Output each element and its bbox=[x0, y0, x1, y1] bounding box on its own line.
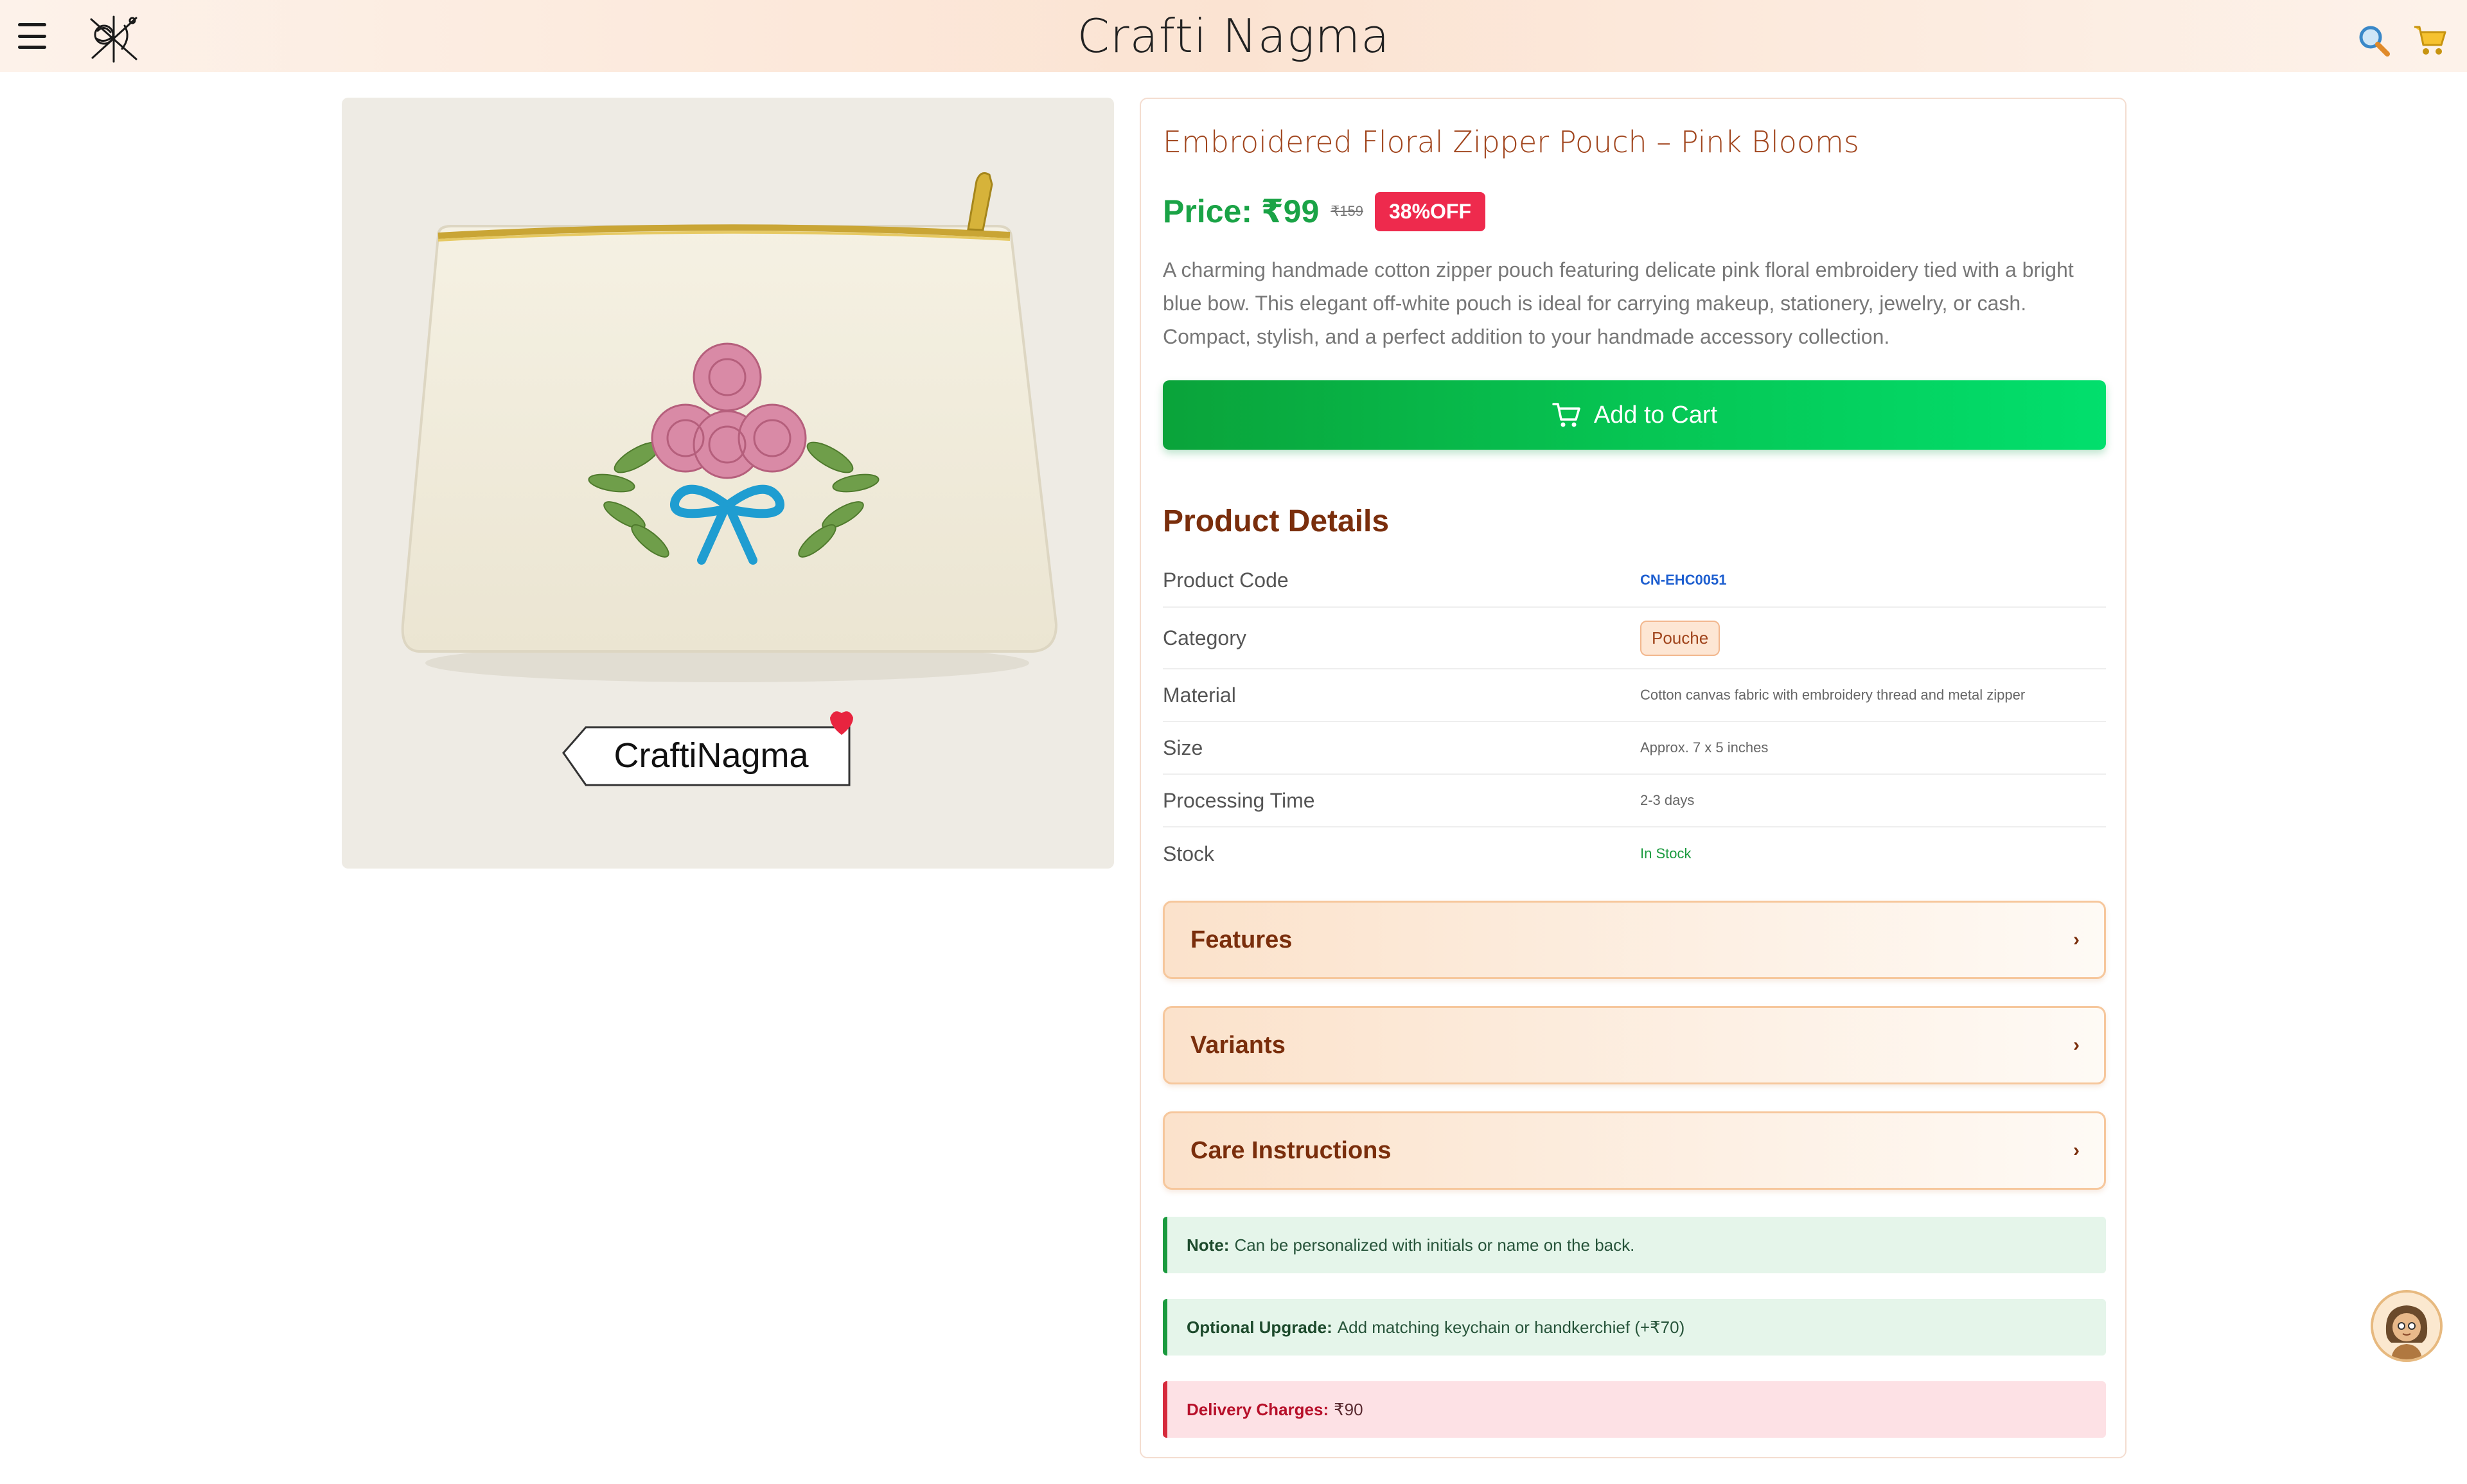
detail-label: Size bbox=[1163, 736, 1203, 759]
detail-row: Product Code CN-EHC0051 bbox=[1163, 554, 2106, 608]
accordion-label: Features bbox=[1190, 926, 1293, 953]
svg-text:CraftiNagma: CraftiNagma bbox=[614, 736, 809, 775]
note-text: Add matching keychain or handkerchief (+… bbox=[1337, 1317, 1685, 1337]
category-badge[interactable]: Pouche bbox=[1640, 620, 1720, 656]
note-label: Note: bbox=[1187, 1235, 1230, 1255]
site-header: Crafti Nagma bbox=[0, 0, 2467, 72]
detail-value: CN-EHC0051 bbox=[1640, 572, 1727, 588]
detail-value: 2-3 days bbox=[1640, 792, 1695, 808]
variants-accordion[interactable]: Variants › bbox=[1163, 1006, 2106, 1084]
detail-label: Product Code bbox=[1163, 568, 1289, 592]
details-heading: Product Details bbox=[1163, 504, 1390, 538]
detail-row: Material Cotton canvas fabric with embro… bbox=[1163, 669, 2106, 722]
chevron-right-icon: › bbox=[2073, 929, 2080, 950]
optional-upgrade-note: Optional Upgrade: Add matching keychain … bbox=[1163, 1299, 2106, 1356]
search-icon[interactable] bbox=[2356, 23, 2391, 58]
avatar-icon bbox=[2373, 1293, 2440, 1359]
price-row: Price: ₹99 ₹159 38%OFF bbox=[1163, 189, 2106, 234]
accordion-label: Care Instructions bbox=[1190, 1136, 1392, 1164]
product-info-panel: Embroidered Floral Zipper Pouch – Pink B… bbox=[1140, 98, 2127, 1458]
brand-tag: CraftiNagma bbox=[562, 711, 853, 786]
note-text: ₹90 bbox=[1334, 1399, 1363, 1419]
detail-row: Stock In Stock bbox=[1163, 827, 2106, 880]
accordion-label: Variants bbox=[1190, 1031, 1286, 1059]
original-price: ₹159 bbox=[1331, 203, 1363, 219]
site-title: Crafti Nagma bbox=[1077, 9, 1390, 63]
detail-row: Size Approx. 7 x 5 inches bbox=[1163, 722, 2106, 775]
note-label: Delivery Charges: bbox=[1187, 1399, 1329, 1419]
add-to-cart-label: Add to Cart bbox=[1593, 401, 1718, 428]
detail-value: Cotton canvas fabric with embroidery thr… bbox=[1640, 687, 2026, 703]
detail-label: Material bbox=[1163, 683, 1236, 707]
product-description: A charming handmade cotton zipper pouch … bbox=[1163, 258, 2074, 348]
detail-row: Processing Time 2-3 days bbox=[1163, 775, 2106, 827]
detail-label: Processing Time bbox=[1163, 788, 1315, 812]
price: Price: ₹99 bbox=[1163, 193, 1320, 229]
cart-icon bbox=[1552, 403, 1580, 427]
discount-badge: 38%OFF bbox=[1374, 191, 1485, 231]
care-instructions-accordion[interactable]: Care Instructions › bbox=[1163, 1111, 2106, 1190]
assistant-avatar[interactable] bbox=[2371, 1290, 2443, 1362]
note-text: Can be personalized with initials or nam… bbox=[1234, 1235, 1635, 1255]
details-table: Product Code CN-EHC0051 Category Pouche … bbox=[1163, 554, 2106, 880]
personalization-note: Note: Can be personalized with initials … bbox=[1163, 1217, 2106, 1273]
detail-label: Stock bbox=[1163, 842, 1215, 865]
product-image: CraftiNagma bbox=[342, 98, 1114, 869]
detail-label: Category bbox=[1163, 626, 1246, 649]
hamburger-menu-icon[interactable] bbox=[18, 23, 46, 49]
product-title: Embroidered Floral Zipper Pouch – Pink B… bbox=[1163, 125, 1859, 159]
add-to-cart-button[interactable]: Add to Cart bbox=[1163, 380, 2106, 450]
detail-row: Category Pouche bbox=[1163, 608, 2106, 669]
cart-icon[interactable] bbox=[2412, 22, 2448, 58]
chevron-right-icon: › bbox=[2073, 1034, 2080, 1056]
note-label: Optional Upgrade: bbox=[1187, 1317, 1332, 1337]
delivery-charges-note: Delivery Charges: ₹90 bbox=[1163, 1381, 2106, 1438]
pouch-illustration: CraftiNagma bbox=[401, 172, 1058, 786]
logo-icon[interactable] bbox=[85, 12, 143, 66]
detail-value: Approx. 7 x 5 inches bbox=[1640, 739, 1769, 755]
chevron-right-icon: › bbox=[2073, 1140, 2080, 1161]
features-accordion[interactable]: Features › bbox=[1163, 901, 2106, 979]
stock-status: In Stock bbox=[1640, 845, 1692, 861]
